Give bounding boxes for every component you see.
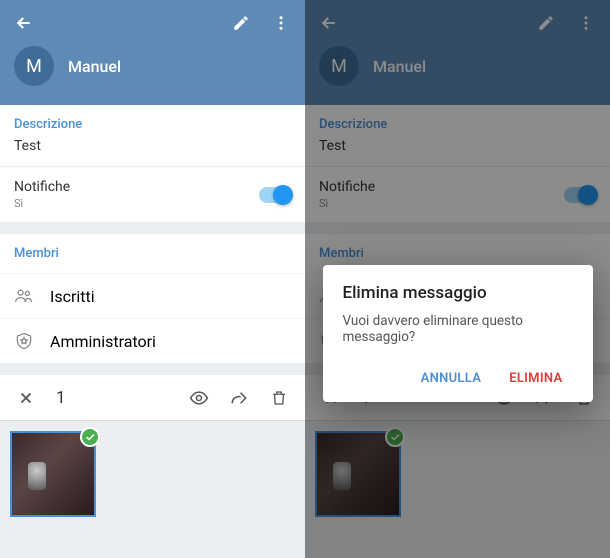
media-thumbnail[interactable]: [10, 431, 96, 517]
members-row-label: Iscritti: [50, 287, 95, 306]
close-selection-button[interactable]: [10, 382, 42, 414]
pencil-icon: [232, 14, 250, 32]
notifications-row[interactable]: Notifiche Sì: [305, 166, 610, 222]
pencil-icon: [537, 14, 555, 32]
edit-button[interactable]: [221, 3, 261, 43]
check-icon: [389, 431, 401, 443]
check-icon: [84, 431, 96, 443]
notifications-toggle[interactable]: [564, 187, 596, 203]
admin-icon: [14, 331, 34, 351]
more-vertical-icon: [577, 14, 595, 32]
back-button[interactable]: [309, 3, 349, 43]
description-label: Descrizione: [319, 117, 596, 132]
eye-icon: [189, 388, 209, 408]
profile-name: Manuel: [373, 57, 426, 76]
arrow-left-icon: [319, 13, 339, 33]
profile-row: M Manuel: [0, 46, 305, 100]
avatar[interactable]: M: [14, 46, 54, 86]
people-icon: [14, 286, 34, 306]
avatar[interactable]: M: [319, 46, 359, 86]
notifications-label: Notifiche: [319, 179, 375, 195]
selection-bar: 1: [0, 375, 305, 421]
header: M Manuel: [0, 0, 305, 105]
media-grid: [305, 421, 610, 527]
check-badge: [80, 427, 100, 447]
forward-button[interactable]: [223, 382, 255, 414]
members-header: Membri: [0, 234, 305, 273]
header: M Manuel: [305, 0, 610, 105]
close-icon: [17, 389, 35, 407]
forward-icon: [230, 389, 248, 407]
pane-left: M Manuel Descrizione Test Notifiche Sì M…: [0, 0, 305, 558]
members-row-subscribers[interactable]: Iscritti: [0, 273, 305, 318]
more-button[interactable]: [261, 3, 301, 43]
dialog-title: Elimina messaggio: [343, 283, 573, 303]
notifications-state: Sì: [319, 197, 375, 210]
profile-row: M Manuel: [305, 46, 610, 100]
members-row-admins[interactable]: Amministratori: [0, 318, 305, 363]
view-button[interactable]: [183, 382, 215, 414]
description-section: Descrizione Test: [305, 105, 610, 166]
notifications-row[interactable]: Notifiche Sì: [0, 166, 305, 222]
notifications-label: Notifiche: [14, 179, 70, 195]
members-label: Membri: [319, 246, 596, 261]
dialog-message: Vuoi davvero eliminare questo messaggio?: [343, 313, 573, 345]
notifications-toggle[interactable]: [259, 187, 291, 203]
description-section: Descrizione Test: [0, 105, 305, 166]
dialog-confirm-button[interactable]: ELIMINA: [499, 363, 572, 394]
delete-message-dialog: Elimina messaggio Vuoi davvero eliminare…: [323, 265, 593, 402]
notifications-state: Sì: [14, 197, 70, 210]
delete-button[interactable]: [263, 382, 295, 414]
profile-name: Manuel: [68, 57, 121, 76]
selection-count: 1: [50, 388, 175, 408]
topbar: [0, 0, 305, 46]
members-row-label: Amministratori: [50, 332, 156, 351]
media-thumbnail[interactable]: [315, 431, 401, 517]
description-label: Descrizione: [14, 117, 291, 132]
trash-icon: [270, 389, 288, 407]
pane-right: M Manuel Descrizione Test Notifiche Sì M…: [305, 0, 610, 558]
description-value: Test: [14, 138, 291, 154]
check-badge: [385, 427, 405, 447]
arrow-left-icon: [14, 13, 34, 33]
edit-button[interactable]: [526, 3, 566, 43]
members-label: Membri: [14, 246, 291, 261]
more-button[interactable]: [566, 3, 606, 43]
media-grid: [0, 421, 305, 527]
dialog-cancel-button[interactable]: ANNULLA: [411, 363, 492, 394]
more-vertical-icon: [272, 14, 290, 32]
back-button[interactable]: [4, 3, 44, 43]
dialog-actions: ANNULLA ELIMINA: [343, 363, 573, 394]
description-value: Test: [319, 138, 596, 154]
topbar: [305, 0, 610, 46]
